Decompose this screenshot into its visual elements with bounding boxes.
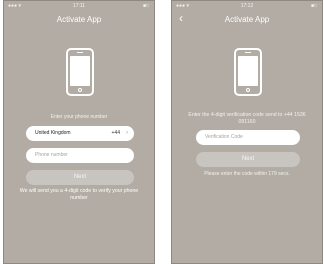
verification-code-placeholder: Verification Code — [205, 134, 243, 140]
phone-number-input[interactable]: Phone number — [26, 148, 134, 163]
smartphone-icon — [66, 48, 94, 96]
battery-icon: ■□ — [310, 3, 317, 9]
country-selector[interactable]: United Kingdom +44 › — [26, 126, 134, 141]
smartphone-icon — [234, 48, 262, 96]
status-time: 17:11 — [72, 3, 86, 9]
page-title: Activate App — [224, 15, 270, 24]
phone-number-placeholder: Phone number — [35, 152, 68, 158]
verification-code-screen: ●●● ▾ 17:12 ■□ ‹ Activate App Enter the … — [171, 0, 323, 264]
next-button[interactable]: Next — [196, 152, 300, 167]
countdown-hint: Please enter the code within 179 secs. — [204, 171, 290, 177]
status-bar: ●●● ▾ 17:12 ■□ — [172, 3, 322, 11]
status-time: 17:12 — [240, 3, 254, 9]
verification-hint: We will send you a 4-digit code to verif… — [19, 188, 139, 201]
chevron-right-icon: › — [126, 130, 128, 136]
battery-icon: ■□ — [142, 3, 149, 9]
phone-prompt: Enter your phone number — [50, 114, 108, 120]
country-code: +44 — [111, 130, 120, 136]
phone-number-screen: ●●● ▾ 17:11 ■□ Activate App Enter your p… — [3, 0, 155, 264]
next-button[interactable]: Next — [26, 170, 134, 185]
code-prompt: Enter the 4-digit verification code send… — [188, 112, 306, 125]
country-name: United Kingdom — [35, 130, 71, 136]
verification-code-input[interactable]: Verification Code — [196, 130, 300, 145]
status-bar: ●●● ▾ 17:11 ■□ — [4, 3, 154, 11]
page-title: Activate App — [56, 15, 102, 24]
